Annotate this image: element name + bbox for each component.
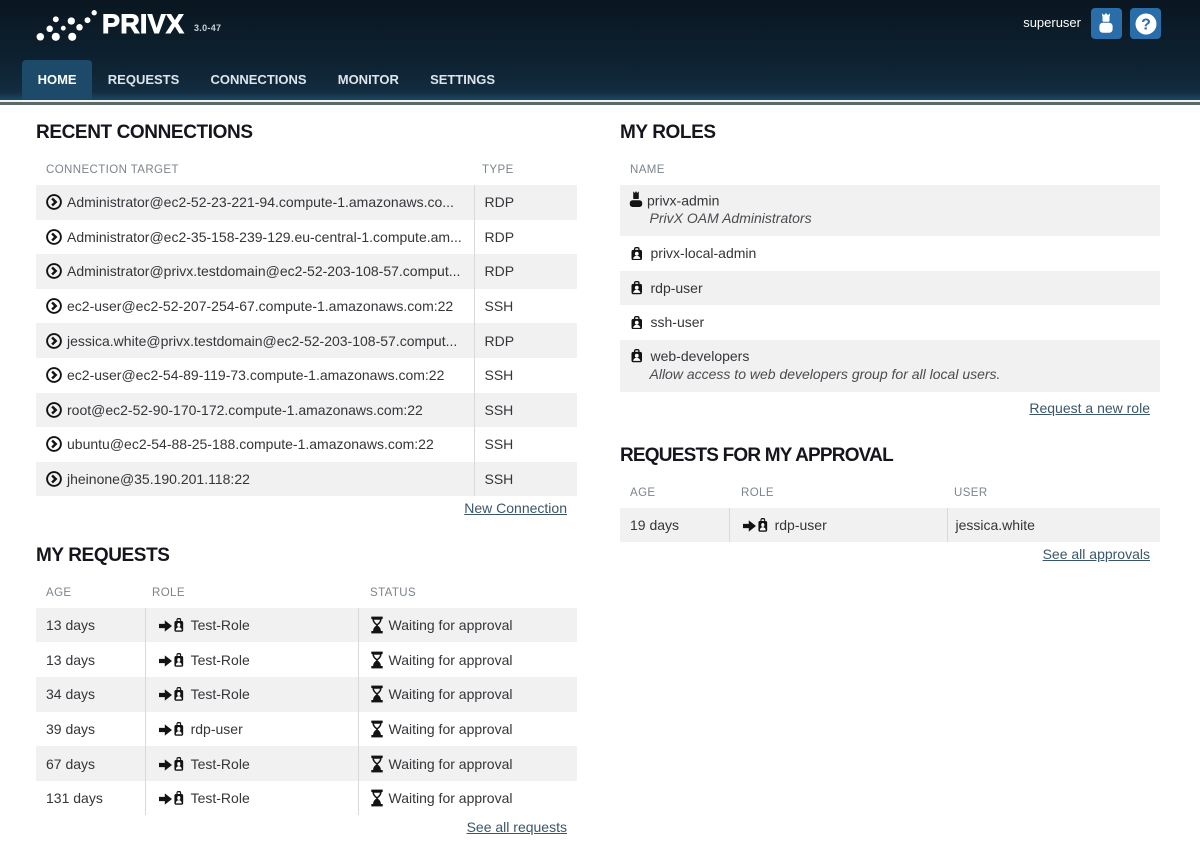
- svg-text:?: ?: [1141, 16, 1151, 33]
